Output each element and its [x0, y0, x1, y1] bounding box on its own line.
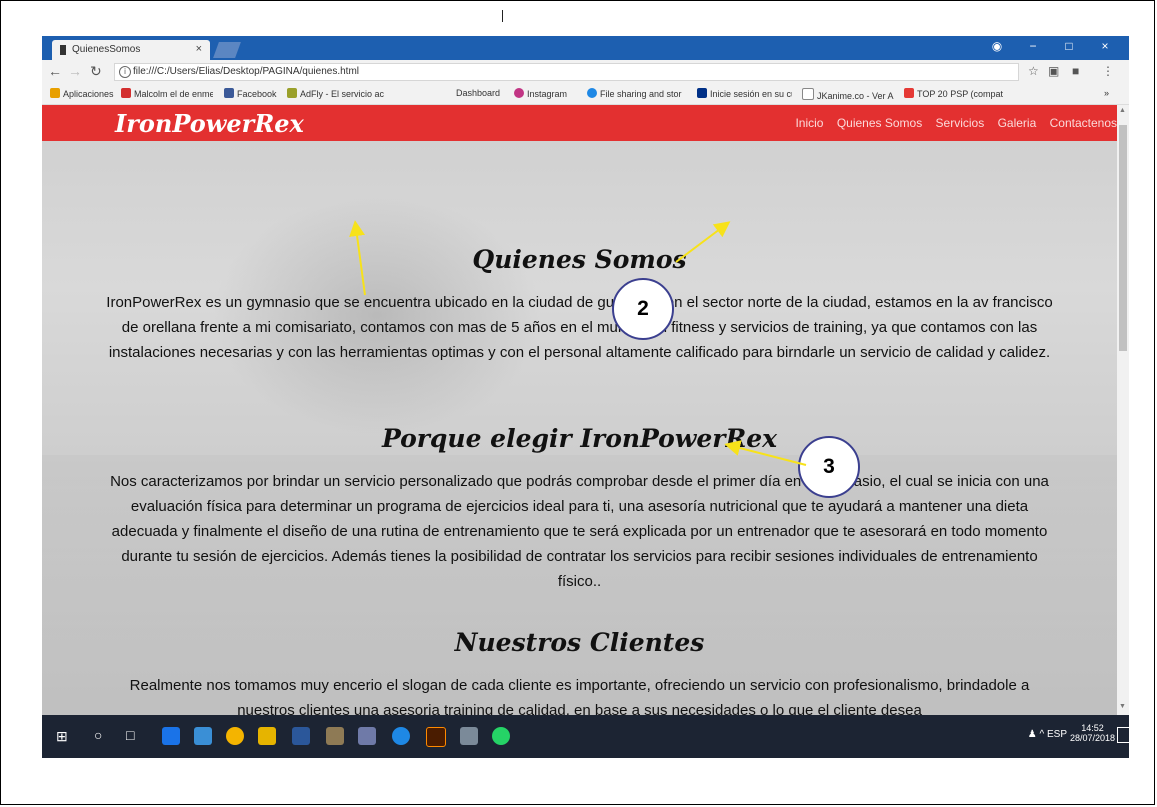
new-tab-button[interactable] — [213, 42, 241, 58]
illustrator-icon[interactable] — [426, 727, 446, 747]
page-scrollbar[interactable]: ▲ ▼ — [1117, 105, 1129, 715]
extension-2-icon[interactable]: ■ — [1072, 64, 1079, 78]
instagram-icon — [514, 88, 524, 98]
tab-title: QuienesSomos — [72, 44, 141, 55]
chrome-icon[interactable] — [226, 727, 244, 745]
page-favicon-icon — [60, 45, 66, 55]
word-icon[interactable] — [292, 727, 310, 745]
back-arrow-icon[interactable]: ← — [48, 63, 62, 79]
bookmark-item[interactable]: Instagram — [514, 88, 567, 99]
tray-caret-icon[interactable]: ^ — [1040, 729, 1045, 740]
scroll-up-icon[interactable]: ▲ — [1119, 107, 1126, 114]
paypal-icon — [697, 88, 707, 98]
extension-icon[interactable]: ▣ — [1048, 64, 1059, 78]
title-bar: QuienesSomos × ◉ − □ × — [42, 36, 1129, 60]
clock[interactable]: 14:52 28/07/2018 — [1070, 723, 1115, 743]
browser-toolbar: ← → ↻ i file:///C:/Users/Elias/Desktop/P… — [42, 60, 1129, 84]
nav-servicios[interactable]: Servicios — [936, 116, 985, 130]
nav-quienes-somos[interactable]: Quienes Somos — [837, 116, 922, 130]
restore-button[interactable]: □ — [1051, 39, 1087, 53]
bookmark-favicon-icon — [121, 88, 131, 98]
windows-taskbar: ⊞ ○ □ ♟ ^ ESP 14:52 28/07/2018 — [42, 715, 1129, 758]
info-icon[interactable]: i — [119, 66, 131, 78]
section-text-quienes-somos: IronPowerRex es un gymnasio que se encue… — [106, 294, 1053, 361]
bookmarks-bar: Aplicaciones Malcolm el de enme Facebook… — [42, 84, 1129, 105]
bookmark-item[interactable]: TOP 20 PSP (compat — [904, 88, 1016, 99]
site-navbar: IronPowerRex Inicio Quienes Somos Servic… — [42, 105, 1117, 141]
bookmark-star-icon[interactable]: ☆ — [1028, 64, 1039, 78]
nav-inicio[interactable]: Inicio — [795, 116, 823, 130]
section-title-nuestros-clientes: Nuestros Clientes — [454, 628, 705, 657]
bookmark-item[interactable]: AdFly - El servicio ac — [287, 88, 389, 99]
cortana-search-icon[interactable]: ○ — [94, 727, 102, 743]
notifications-icon[interactable] — [1117, 727, 1129, 743]
task-view-icon[interactable]: □ — [126, 727, 134, 743]
app-icon[interactable] — [326, 727, 344, 745]
minimize-button[interactable]: − — [1015, 39, 1051, 53]
close-window-button[interactable]: × — [1087, 39, 1123, 53]
messenger-icon[interactable] — [392, 727, 410, 745]
onenote-icon[interactable] — [194, 727, 212, 745]
youtube-icon — [904, 88, 914, 98]
reload-icon[interactable]: ↻ — [90, 63, 102, 80]
tab-close-icon[interactable]: × — [196, 43, 202, 55]
bookmark-item[interactable]: File sharing and stor — [587, 88, 687, 99]
window-controls: ◉ − □ × — [979, 39, 1123, 53]
section-title-quienes-somos: Quienes Somos — [472, 245, 687, 274]
apps-grid-icon — [50, 88, 60, 98]
bookmark-item[interactable]: Facebook — [224, 88, 277, 99]
address-url: file:///C:/Users/Elias/Desktop/PAGINA/qu… — [133, 66, 360, 77]
scroll-down-icon[interactable]: ▼ — [1119, 703, 1126, 710]
callout-2: 2 — [612, 278, 674, 340]
forward-arrow-icon[interactable]: → — [68, 63, 82, 79]
edge-browser-icon[interactable] — [162, 727, 180, 745]
adfly-icon — [287, 88, 297, 98]
bookmark-item[interactable]: JKanime.co - Ver Ani — [802, 88, 894, 101]
section-title-porque-elegir: Porque elegir IronPowerRex — [381, 424, 778, 453]
text-cursor — [502, 10, 503, 22]
web-page: IronPowerRex Inicio Quienes Somos Servic… — [42, 105, 1117, 715]
people-icon[interactable]: ♟ — [1028, 729, 1037, 740]
scroll-thumb[interactable] — [1119, 125, 1127, 351]
browser-tab[interactable]: QuienesSomos × — [52, 40, 210, 60]
file-sharing-icon — [587, 88, 597, 98]
nav-contactenos[interactable]: Contactenos — [1050, 116, 1117, 130]
address-bar[interactable]: i file:///C:/Users/Elias/Desktop/PAGINA/… — [114, 63, 1019, 81]
section-text-nuestros-clientes: Realmente nos tomamos muy encerio el slo… — [129, 677, 1030, 715]
nav-galeria[interactable]: Galeria — [998, 116, 1037, 130]
facebook-icon — [224, 88, 234, 98]
site-logo[interactable]: IronPowerRex — [115, 109, 304, 138]
file-explorer-icon[interactable] — [258, 727, 276, 745]
browser-window: QuienesSomos × ◉ − □ × ← → ↻ i file:///C… — [42, 36, 1129, 758]
callout-3: 3 — [798, 436, 860, 498]
paint-icon[interactable] — [358, 727, 376, 745]
section-text-porque-elegir: Nos caracterizamos por brindar un servic… — [110, 473, 1049, 590]
clock-time: 14:52 — [1081, 723, 1104, 733]
profile-icon[interactable]: ◉ — [979, 39, 1015, 53]
tray-area[interactable]: ♟ ^ ESP — [1028, 729, 1067, 740]
bookmark-item[interactable]: Inicie sesión en su cu — [697, 88, 792, 99]
menu-dots-icon[interactable]: ⋮ — [1102, 64, 1114, 78]
bookmark-apps[interactable]: Aplicaciones — [50, 88, 114, 99]
page-icon — [802, 88, 814, 100]
bookmarks-more-icon[interactable]: » — [1104, 88, 1109, 98]
language-indicator[interactable]: ESP — [1047, 729, 1067, 740]
app-2-icon[interactable] — [460, 727, 478, 745]
clock-date: 28/07/2018 — [1069, 733, 1115, 743]
site-nav: Inicio Quienes Somos Servicios Galeria C… — [785, 116, 1117, 130]
windows-start-icon[interactable]: ⊞ — [56, 729, 70, 743]
bookmark-item[interactable]: Malcolm el de enme — [121, 88, 213, 99]
bookmark-item[interactable]: Dashboard — [456, 88, 500, 98]
whatsapp-icon[interactable] — [492, 727, 510, 745]
